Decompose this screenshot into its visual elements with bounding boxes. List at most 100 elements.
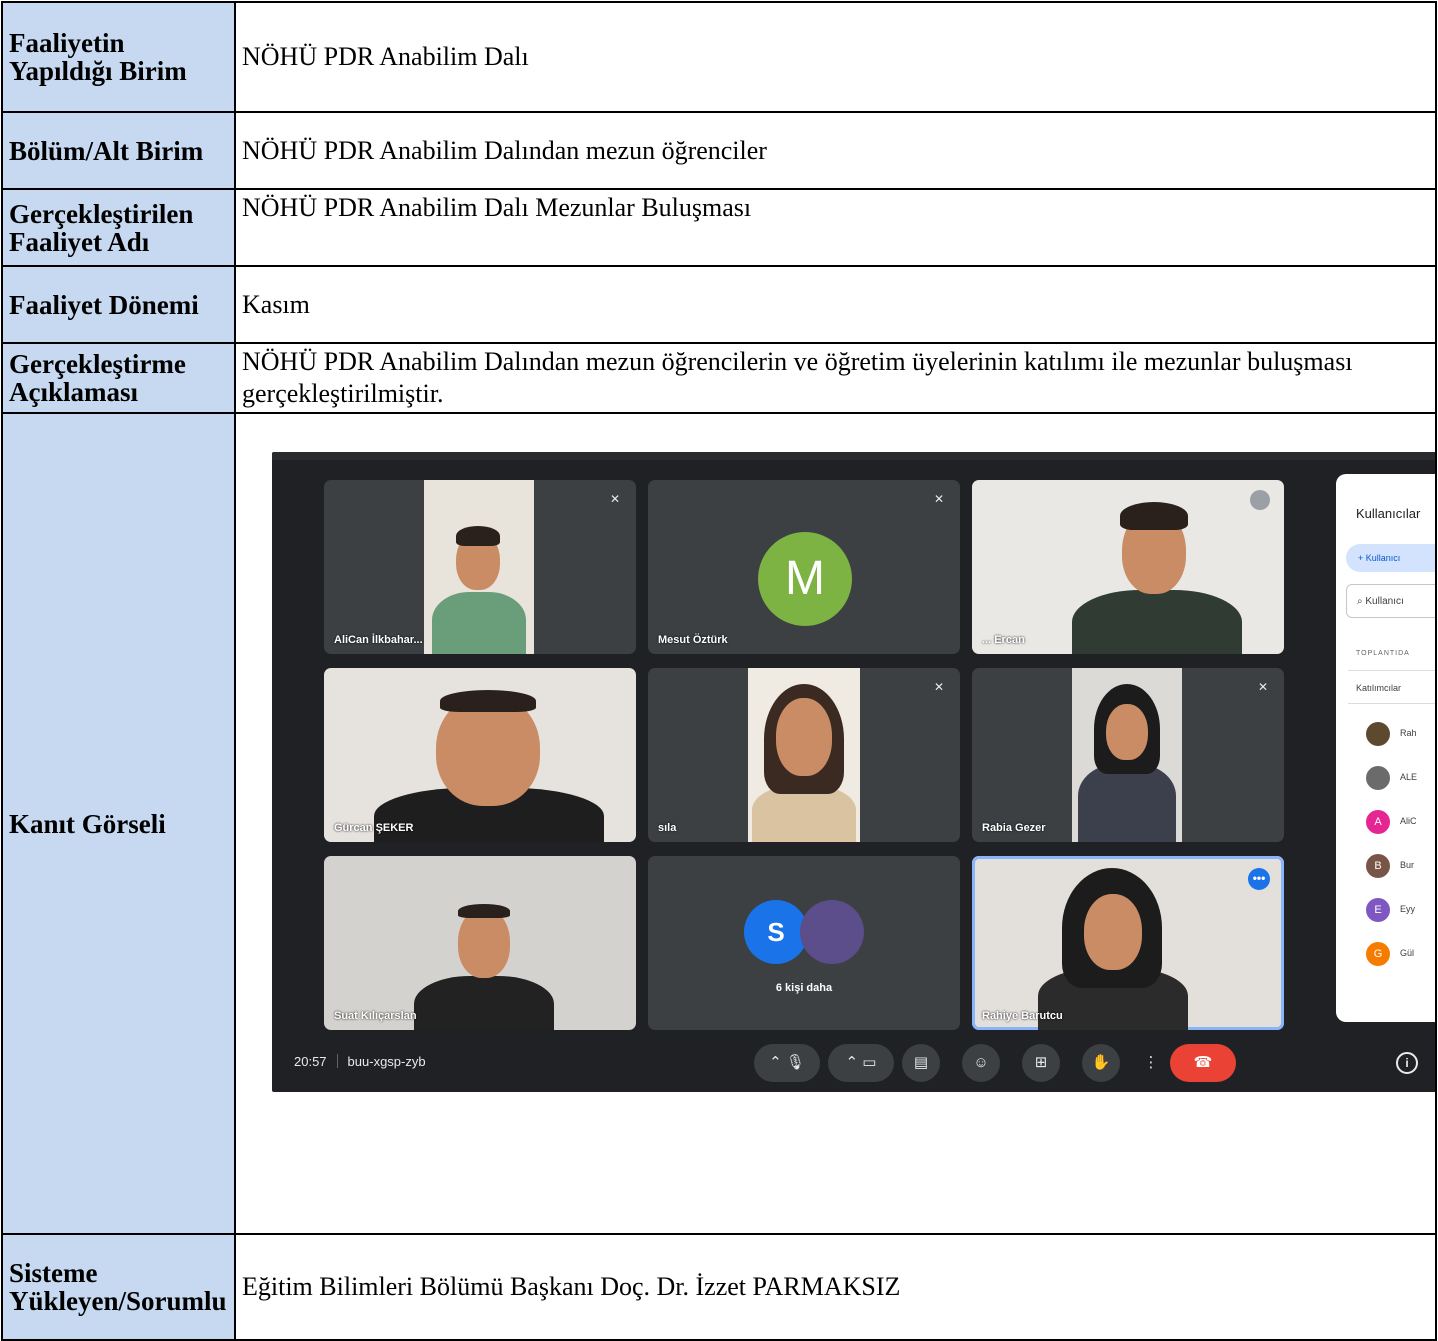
participant-name: Gürcan ŞEKER (334, 822, 414, 834)
hand-icon: ✋ (1091, 1054, 1111, 1071)
row-activity-name: Gerçekleştirilen Faaliyet Adı NÖHÜ PDR A… (1, 188, 1437, 267)
captions-icon: ▤ (913, 1054, 929, 1071)
value-responsible: Eğitim Bilimleri Bölümü Başkanı Doç. Dr.… (234, 1233, 1437, 1341)
person-name: Rah (1400, 728, 1417, 738)
list-item[interactable]: Rah (1366, 722, 1434, 748)
participant-video (1072, 668, 1182, 842)
label-evidence: Kanıt Görseli (1, 412, 236, 1235)
more-options-icon[interactable]: ••• (1248, 868, 1270, 890)
camera-button[interactable]: ⌃ ▭ (828, 1044, 894, 1082)
participant-tile: Suat Kılıçarslan (324, 856, 636, 1030)
label-activity-name: Gerçekleştirilen Faaliyet Adı (1, 188, 236, 267)
panel-section-label: TOPLANTIDA (1356, 650, 1410, 657)
participant-tile: ✕ sıla (648, 668, 960, 842)
row-responsible: Sisteme Yükleyen/Sorumlu Eğitim Bilimler… (1, 1233, 1437, 1341)
label-unit: Faaliyetin Yapıldığı Birim (1, 1, 236, 113)
list-item[interactable]: A AliC (1366, 810, 1434, 836)
person-name: ALE (1400, 772, 1418, 782)
participant-name: ... Ercan (982, 634, 1025, 646)
mic-button[interactable]: ⌃ 🎙 (754, 1044, 820, 1082)
emoji-icon: ☺ (973, 1054, 989, 1071)
more-vert-icon: ⋮ (1143, 1054, 1159, 1071)
present-icon: ⊞ (1034, 1054, 1048, 1071)
avatar (1366, 766, 1390, 790)
leave-call-button[interactable]: ☎ (1170, 1044, 1236, 1082)
avatar: E (1366, 898, 1390, 922)
person-name: Gül (1400, 948, 1415, 958)
clock: 20:57 (294, 1054, 327, 1069)
participant-tile: Gürcan ŞEKER (324, 668, 636, 842)
row-description: Gerçekleştirme Açıklaması NÖHÜ PDR Anabi… (1, 342, 1437, 414)
person-name: Bur (1400, 860, 1415, 870)
evidence-image-cell: ✕ AliCan İlkbahar... M ✕ Mesut Öztürk ..… (234, 412, 1437, 1235)
meeting-code[interactable]: buu-xgsp-zyb (348, 1054, 426, 1069)
mic-off-icon: ✕ (933, 492, 945, 506)
participant-tile: ✕ AliCan İlkbahar... (324, 480, 636, 654)
avatar: S (744, 900, 808, 964)
participants-group[interactable]: Katılımcılar (1348, 670, 1434, 704)
list-item[interactable]: G Gül (1366, 942, 1434, 968)
value-department: NÖHÜ PDR Anabilim Dalından mezun öğrenci… (234, 111, 1437, 190)
more-options-button[interactable]: ⋮ (1132, 1044, 1170, 1082)
participant-name: Rahiye Barutcu (982, 1010, 1063, 1022)
activity-report-table: Faaliyetin Yapıldığı Birim NÖHÜ PDR Anab… (1, 1, 1437, 1341)
add-people-button[interactable]: + Kullanıcı (1346, 544, 1434, 572)
avatar (800, 900, 864, 964)
info-icon[interactable]: i (1396, 1052, 1418, 1074)
microphone-icon: 🎙 (785, 1054, 805, 1071)
value-unit: NÖHÜ PDR Anabilim Dalı (234, 1, 1437, 113)
top-strip (272, 452, 1434, 460)
present-button[interactable]: ⊞ (1022, 1044, 1060, 1082)
avatar: G (1366, 942, 1390, 966)
list-item[interactable]: ALE (1366, 766, 1434, 792)
avatar: B (1366, 854, 1390, 878)
list-item[interactable]: E Eyy (1366, 898, 1434, 924)
person-name: AliC (1400, 816, 1417, 826)
value-activity-name: NÖHÜ PDR Anabilim Dalı Mezunlar Buluşmas… (234, 188, 1437, 267)
avatar: A (1366, 810, 1390, 834)
camera-icon: ▭ (862, 1054, 877, 1071)
avatar (1366, 722, 1390, 746)
participant-tile: ... Ercan (972, 480, 1284, 654)
add-person-icon: + (1358, 553, 1366, 563)
participant-name: Rabia Gezer (982, 822, 1046, 834)
mic-off-icon: ✕ (933, 680, 945, 694)
meet-screenshot: ✕ AliCan İlkbahar... M ✕ Mesut Öztürk ..… (272, 452, 1434, 1092)
others-tile[interactable]: S 6 kişi daha (648, 856, 960, 1030)
row-unit: Faaliyetin Yapıldığı Birim NÖHÜ PDR Anab… (1, 1, 1437, 113)
label-description: Gerçekleştirme Açıklaması (1, 342, 236, 414)
value-description: NÖHÜ PDR Anabilim Dalından mezun öğrenci… (234, 342, 1437, 414)
label-period: Faaliyet Dönemi (1, 265, 236, 344)
list-item[interactable]: B Bur (1366, 854, 1434, 880)
people-search-input[interactable]: ⌕ Kullanıcı (1346, 584, 1434, 618)
participant-tile: M ✕ Mesut Öztürk (648, 480, 960, 654)
row-period: Faaliyet Dönemi Kasım (1, 265, 1437, 344)
participant-name: Suat Kılıçarslan (334, 1010, 417, 1022)
participant-tile: ✕ Rabia Gezer (972, 668, 1284, 842)
label-responsible: Sisteme Yükleyen/Sorumlu (1, 1233, 236, 1341)
row-evidence: Kanıt Görseli ✕ AliCan İlkbahar... M ✕ M… (1, 412, 1437, 1235)
hangup-icon: ☎ (1193, 1054, 1213, 1071)
participant-name: sıla (658, 822, 677, 834)
status-dot (1250, 490, 1270, 510)
avatar: M (758, 532, 852, 626)
participant-video (424, 480, 534, 654)
value-period: Kasım (234, 265, 1437, 344)
participant-name: Mesut Öztürk (658, 634, 728, 646)
participant-video (748, 668, 860, 842)
meeting-details: 20:57 buu-xgsp-zyb (294, 1054, 426, 1069)
person-name: Eyy (1400, 904, 1416, 914)
participant-name: AliCan İlkbahar... (334, 634, 423, 646)
label-department: Bölüm/Alt Birim (1, 111, 236, 190)
others-count: 6 kişi daha (775, 982, 833, 994)
row-department: Bölüm/Alt Birim NÖHÜ PDR Anabilim Dalınd… (1, 111, 1437, 190)
chevron-up-icon: ⌃ (769, 1054, 782, 1071)
people-panel: Kullanıcılar + Kullanıcı ⌕ Kullanıcı TOP… (1336, 474, 1434, 1022)
raise-hand-button[interactable]: ✋ (1082, 1044, 1120, 1082)
participant-tile: ••• Rahiye Barutcu (972, 856, 1284, 1030)
captions-button[interactable]: ▤ (902, 1044, 940, 1082)
panel-title: Kullanıcılar (1356, 506, 1421, 521)
chevron-up-icon: ⌃ (845, 1054, 859, 1071)
mic-off-icon: ✕ (1257, 680, 1269, 694)
emoji-button[interactable]: ☺ (962, 1044, 1000, 1082)
